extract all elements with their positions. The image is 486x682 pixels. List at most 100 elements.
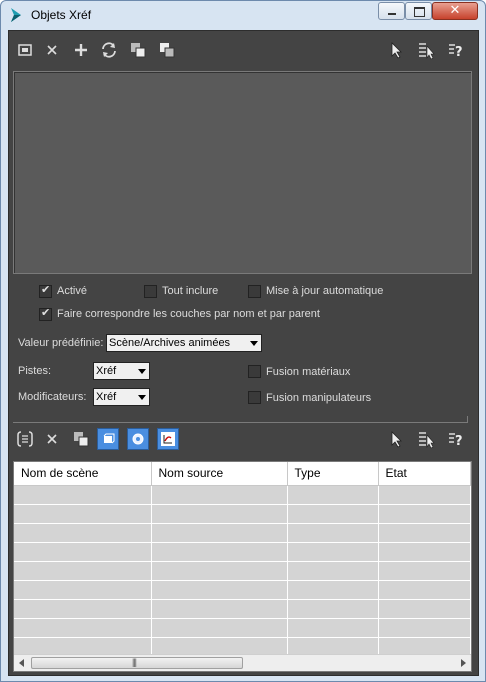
table-cell[interactable] [14, 542, 152, 562]
select-from-list-icon[interactable] [416, 429, 436, 449]
modifiers-label: Modificateurs: [18, 391, 87, 403]
table-cell[interactable] [151, 618, 288, 638]
close-icon: ✕ [449, 2, 461, 17]
merge-manipulators-checkbox[interactable] [248, 391, 261, 404]
active-checkbox[interactable] [39, 283, 52, 298]
close-window-button[interactable]: ✕ [432, 2, 478, 20]
tracks-dropdown[interactable]: Xréf [93, 362, 150, 380]
table-row[interactable] [14, 542, 471, 562]
table-cell[interactable] [378, 561, 471, 581]
table-cell[interactable] [151, 485, 288, 505]
merge-materials-label: Fusion matériaux [266, 366, 351, 378]
modifiers-value: Xréf [96, 391, 117, 403]
table-cell[interactable] [287, 485, 379, 505]
table-header-row: Nom de scène Nom source Type Etat [14, 462, 471, 486]
table-cell[interactable] [151, 599, 288, 619]
table-cell[interactable] [151, 504, 288, 524]
column-header-source-name[interactable]: Nom source [151, 462, 288, 486]
active-label: Activé [57, 285, 87, 297]
chevron-down-icon [138, 369, 146, 374]
table-cell[interactable] [287, 618, 379, 638]
table-cell[interactable] [14, 504, 152, 524]
tracks-value: Xréf [96, 365, 117, 377]
help-icon[interactable]: ? [446, 40, 466, 60]
xref-entities-table[interactable]: Nom de scène Nom source Type Etat ||| [13, 461, 472, 672]
table-cell[interactable] [287, 504, 379, 524]
column-header-status[interactable]: Etat [378, 462, 471, 486]
refresh-icon[interactable] [99, 40, 119, 60]
table-row[interactable] [14, 523, 471, 543]
table-cell[interactable] [287, 580, 379, 600]
app-logo-icon [11, 8, 21, 22]
preset-label: Valeur prédéfinie: [18, 337, 104, 349]
scroll-right-icon[interactable] [461, 659, 466, 667]
table-cell[interactable] [378, 542, 471, 562]
table-row[interactable] [14, 485, 471, 505]
svg-text:?: ? [455, 45, 463, 60]
help-icon[interactable]: ? [446, 429, 466, 449]
table-cell[interactable] [378, 618, 471, 638]
modifiers-dropdown[interactable]: Xréf [93, 388, 150, 406]
table-cell[interactable] [287, 542, 379, 562]
show-helpers-toggle-icon[interactable] [127, 428, 149, 450]
show-controllers-toggle-icon[interactable] [157, 428, 179, 450]
table-row[interactable] [14, 599, 471, 619]
table-cell[interactable] [14, 580, 152, 600]
table-cell[interactable] [14, 618, 152, 638]
minimize-button[interactable] [378, 2, 405, 20]
column-header-scene-name[interactable]: Nom de scène [14, 462, 152, 486]
column-header-type[interactable]: Type [287, 462, 379, 486]
match-layers-checkbox[interactable] [39, 306, 52, 321]
table-row[interactable] [14, 561, 471, 581]
table-cell[interactable] [378, 485, 471, 505]
add-icon[interactable] [71, 40, 91, 60]
merge-icon[interactable] [157, 40, 177, 60]
table-cell[interactable] [14, 599, 152, 619]
scrollbar-grip: ||| [132, 657, 137, 667]
auto-update-checkbox[interactable] [248, 285, 261, 298]
preset-dropdown[interactable]: Scène/Archives animées [106, 334, 262, 352]
preset-value: Scène/Archives animées [109, 337, 231, 349]
merge-manipulators-label: Fusion manipulateurs [266, 392, 372, 404]
select-cursor-icon[interactable] [386, 429, 406, 449]
table-cell[interactable] [287, 561, 379, 581]
table-cell[interactable] [287, 523, 379, 543]
table-cell[interactable] [378, 599, 471, 619]
select-objects-icon[interactable] [15, 40, 35, 60]
table-cell[interactable] [378, 580, 471, 600]
select-entities-icon[interactable] [15, 429, 35, 449]
select-from-list-icon[interactable] [416, 40, 436, 60]
show-objects-toggle-icon[interactable] [97, 428, 119, 450]
table-cell[interactable] [14, 523, 152, 543]
horizontal-scrollbar[interactable]: ||| [14, 654, 471, 671]
table-cell[interactable] [151, 542, 288, 562]
dialog-body: ? Activé Tout inclure Mise à jour automa… [8, 30, 479, 676]
xref-objects-window: Objets Xréf ✕ ? ✔ Activé Tout inclure Mi… [0, 0, 486, 682]
merge-materials-checkbox[interactable] [248, 365, 261, 378]
include-all-checkbox[interactable] [144, 285, 157, 298]
table-cell[interactable] [14, 561, 152, 581]
maximize-button[interactable] [405, 2, 432, 20]
select-cursor-icon[interactable] [386, 40, 406, 60]
table-row[interactable] [14, 618, 471, 638]
tracks-label: Pistes: [18, 365, 52, 377]
table-cell[interactable] [14, 485, 152, 505]
merge-entity-icon[interactable] [71, 429, 91, 449]
auto-update-label: Mise à jour automatique [266, 285, 384, 297]
table-cell[interactable] [287, 599, 379, 619]
scroll-left-icon[interactable] [19, 659, 24, 667]
xref-records-list[interactable] [13, 71, 472, 274]
table-row[interactable] [14, 504, 471, 524]
table-cell[interactable] [151, 580, 288, 600]
table-cell[interactable] [151, 523, 288, 543]
convert-icon[interactable] [128, 40, 148, 60]
remove-icon[interactable] [42, 40, 62, 60]
table-row[interactable] [14, 580, 471, 600]
title-bar[interactable]: Objets Xréf ✕ [1, 1, 485, 29]
remove-entity-icon[interactable] [42, 429, 62, 449]
table-cell[interactable] [378, 504, 471, 524]
scrollbar-thumb[interactable]: ||| [31, 657, 243, 669]
table-cell[interactable] [378, 523, 471, 543]
table-cell[interactable] [151, 561, 288, 581]
section-divider [13, 416, 468, 423]
